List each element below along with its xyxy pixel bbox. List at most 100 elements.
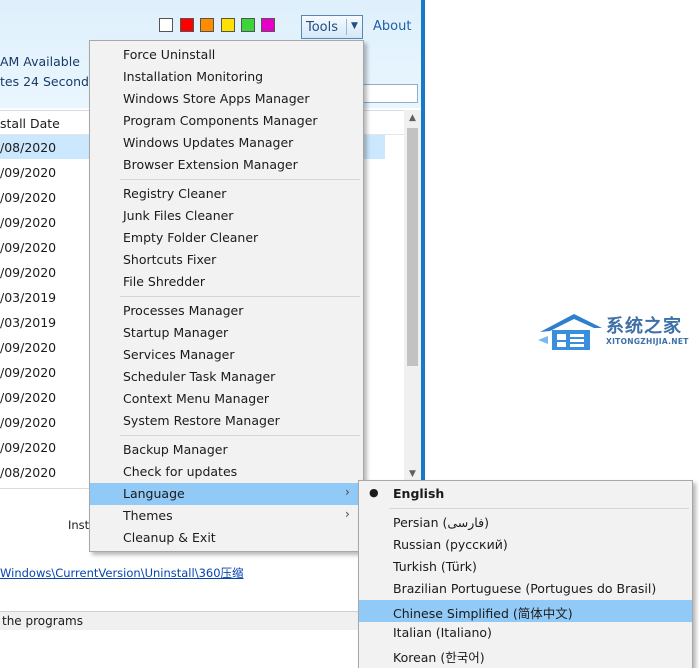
- menu-item-label: Check for updates: [123, 464, 238, 479]
- menu-item-processes-manager[interactable]: Processes Manager: [90, 300, 363, 322]
- language-label: Brazilian Portuguese (Portugues do Brasi…: [393, 581, 657, 596]
- language-label: Italian (Italiano): [393, 625, 492, 640]
- window-border: [421, 0, 425, 500]
- color-swatch[interactable]: [221, 18, 235, 32]
- language-label: Russian (русский): [393, 537, 508, 552]
- menu-item-label: Cleanup & Exit: [123, 530, 216, 545]
- menu-separator: [120, 296, 360, 297]
- install-date-cell: /09/2020: [0, 390, 57, 405]
- status-text: the programs: [2, 614, 83, 628]
- install-label: Inst: [68, 518, 90, 532]
- tools-menu-button[interactable]: Tools ▼: [301, 15, 363, 39]
- menu-separator: [389, 508, 689, 509]
- chevron-down-icon: ▼: [351, 21, 358, 31]
- list-scrollbar[interactable]: ▲ ▼: [404, 110, 421, 483]
- install-date-cell: /09/2020: [0, 215, 57, 230]
- menu-item-file-shredder[interactable]: File Shredder: [90, 271, 363, 293]
- menu-item-windows-updates-manager[interactable]: Windows Updates Manager: [90, 132, 363, 154]
- color-swatch[interactable]: [159, 18, 173, 32]
- install-date-cell: /09/2020: [0, 440, 57, 455]
- install-date-cell: /08/2020: [0, 465, 57, 480]
- language-item[interactable]: Brazilian Portuguese (Portugues do Brasi…: [359, 578, 692, 600]
- language-label: English: [393, 486, 445, 501]
- language-label: Persian (فارسی): [393, 515, 489, 530]
- color-swatch[interactable]: [200, 18, 214, 32]
- menu-item-themes[interactable]: Themes ›: [90, 505, 363, 527]
- menu-item-label: Force Uninstall: [123, 47, 216, 62]
- language-item-english[interactable]: ● English: [359, 483, 692, 505]
- color-swatch[interactable]: [241, 18, 255, 32]
- menu-item-shortcuts-fixer[interactable]: Shortcuts Fixer: [90, 249, 363, 271]
- menu-item-context-menu-manager[interactable]: Context Menu Manager: [90, 388, 363, 410]
- tools-dropdown-menu: Force Uninstall Installation Monitoring Wi…: [89, 40, 364, 552]
- radio-selected-icon: ●: [369, 486, 379, 499]
- menu-item-check-for-updates[interactable]: Check for updates: [90, 461, 363, 483]
- menu-item-label: Language: [123, 486, 185, 501]
- chevron-right-icon: ›: [345, 485, 350, 499]
- color-swatch[interactable]: [261, 18, 275, 32]
- menu-item-language[interactable]: Language ›: [90, 483, 363, 505]
- install-date-cell: /09/2020: [0, 365, 57, 380]
- menu-item-junk-files-cleaner[interactable]: Junk Files Cleaner: [90, 205, 363, 227]
- chevron-right-icon: ›: [345, 507, 350, 521]
- menu-item-label: System Restore Manager: [123, 413, 280, 428]
- menu-item-label: Scheduler Task Manager: [123, 369, 276, 384]
- menu-item-label: Program Components Manager: [123, 113, 318, 128]
- watermark-domain: XITONGZHIJIA.NET: [606, 337, 689, 346]
- menu-item-scheduler-task-manager[interactable]: Scheduler Task Manager: [90, 366, 363, 388]
- watermark-name: 系统之家: [606, 316, 682, 337]
- language-item[interactable]: Russian (русский): [359, 534, 692, 556]
- install-date-cell: /09/2020: [0, 165, 57, 180]
- menu-item-force-uninstall[interactable]: Force Uninstall: [90, 44, 363, 66]
- scroll-up-icon[interactable]: ▲: [404, 110, 421, 127]
- language-label: Turkish (Türk): [393, 559, 477, 574]
- install-date-cell: /09/2020: [0, 340, 57, 355]
- menu-item-label: Empty Folder Cleaner: [123, 230, 259, 245]
- install-date-cell: /09/2020: [0, 190, 57, 205]
- menu-item-system-restore-manager[interactable]: System Restore Manager: [90, 410, 363, 432]
- menu-item-windows-store-apps-manager[interactable]: Windows Store Apps Manager: [90, 88, 363, 110]
- watermark: 系统之家 XITONGZHIJIA.NET: [538, 310, 688, 355]
- menu-item-cleanup-and-exit[interactable]: Cleanup & Exit: [90, 527, 363, 549]
- menu-item-label: Windows Updates Manager: [123, 135, 294, 150]
- menu-item-label: Processes Manager: [123, 303, 244, 318]
- color-swatch[interactable]: [180, 18, 194, 32]
- menu-item-label: Services Manager: [123, 347, 235, 362]
- menu-item-label: Installation Monitoring: [123, 69, 264, 84]
- menu-item-label: Context Menu Manager: [123, 391, 270, 406]
- menu-item-backup-manager[interactable]: Backup Manager: [90, 439, 363, 461]
- install-date-cell: /09/2020: [0, 265, 57, 280]
- language-label: Chinese Simplified (简体中文): [393, 606, 573, 621]
- menu-item-label: Browser Extension Manager: [123, 157, 298, 172]
- menu-item-label: Shortcuts Fixer: [123, 252, 217, 267]
- language-item[interactable]: Turkish (Türk): [359, 556, 692, 578]
- install-date-cell: /03/2019: [0, 315, 57, 330]
- registry-path-link[interactable]: Windows\CurrentVersion\Uninstall\360压缩: [0, 565, 244, 581]
- about-link[interactable]: About: [373, 19, 411, 34]
- language-submenu: ● English Persian (فارسی) Russian (русский)…: [358, 480, 693, 668]
- menu-item-label: Themes: [123, 508, 173, 523]
- scrollbar-thumb[interactable]: [407, 128, 418, 366]
- menu-item-browser-extension-manager[interactable]: Browser Extension Manager: [90, 154, 363, 176]
- menu-item-label: File Shredder: [123, 274, 206, 289]
- language-item[interactable]: Korean (한국어): [359, 644, 692, 666]
- install-date-cell: /09/2020: [0, 415, 57, 430]
- install-date-cell: /03/2019: [0, 290, 57, 305]
- language-item[interactable]: Chinese Simplified (简体中文): [359, 600, 692, 622]
- language-item[interactable]: Italian (Italiano): [359, 622, 692, 644]
- language-item[interactable]: Persian (فارسی): [359, 512, 692, 534]
- language-label: Korean (한국어): [393, 650, 485, 665]
- tools-button-label: Tools: [306, 19, 339, 35]
- menu-item-installation-monitoring[interactable]: Installation Monitoring: [90, 66, 363, 88]
- menu-item-program-components-manager[interactable]: Program Components Manager: [90, 110, 363, 132]
- house-logo-icon: [538, 314, 602, 350]
- menu-item-services-manager[interactable]: Services Manager: [90, 344, 363, 366]
- menu-item-startup-manager[interactable]: Startup Manager: [90, 322, 363, 344]
- install-date-cell: /08/2020: [0, 140, 57, 155]
- search-input[interactable]: [358, 84, 418, 103]
- menu-item-empty-folder-cleaner[interactable]: Empty Folder Cleaner: [90, 227, 363, 249]
- menu-separator: [120, 179, 360, 180]
- menu-item-registry-cleaner[interactable]: Registry Cleaner: [90, 183, 363, 205]
- menu-separator: [120, 435, 360, 436]
- menu-item-label: Windows Store Apps Manager: [123, 91, 310, 106]
